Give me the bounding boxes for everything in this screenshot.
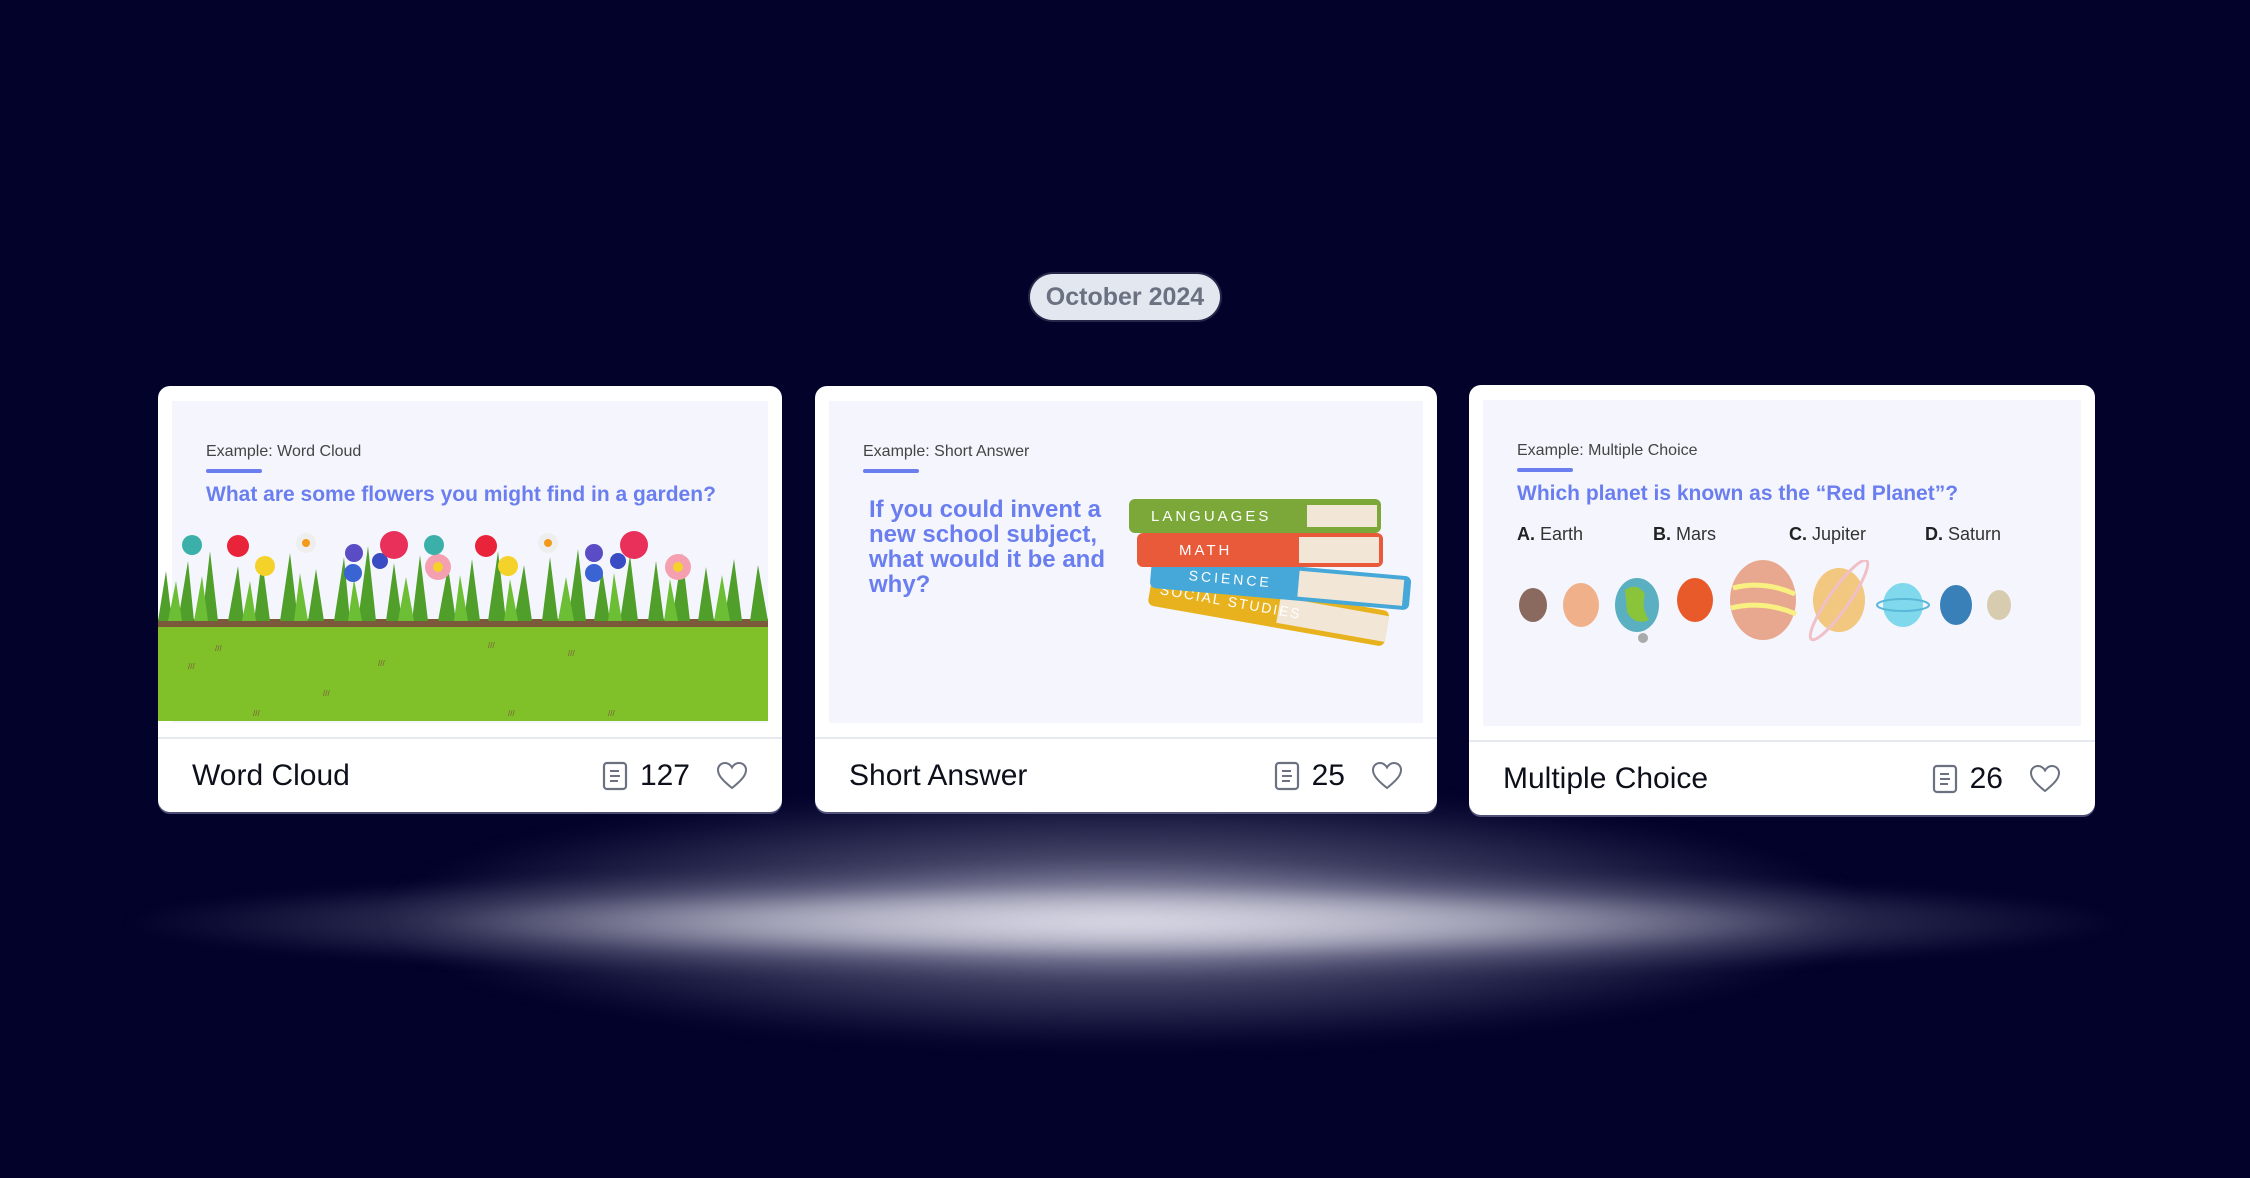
planet-mercury — [1519, 588, 1547, 622]
planet-mars — [1677, 578, 1713, 622]
option-c: C. Jupiter — [1789, 524, 1867, 544]
preview-question: What are some flowers you might find in … — [206, 483, 716, 506]
svg-text:///: /// — [253, 709, 260, 718]
svg-text:///: /// — [378, 659, 385, 668]
planet-venus — [1563, 583, 1599, 627]
response-count: 26 — [1969, 761, 2003, 795]
svg-text:///: /// — [508, 709, 515, 718]
option-a: A. Earth — [1517, 524, 1584, 544]
book-label-math: MATH — [1179, 542, 1232, 559]
answer-options: A. Earth B. Mars C. Jupiter D. Saturn — [1517, 524, 2061, 545]
card-title: Short Answer — [849, 758, 1028, 792]
planet-jupiter — [1730, 560, 1796, 640]
book-stack-illustration: SOCIAL STUDIES SCIENCE MATH LANGUAGES — [1129, 499, 1412, 646]
svg-text:///: /// — [608, 709, 615, 718]
heart-outline-icon[interactable] — [2029, 764, 2061, 794]
spotlight-glow-core — [120, 810, 2130, 1060]
preview-underline — [863, 469, 919, 473]
response-count: 127 — [639, 758, 690, 792]
svg-text:///: /// — [568, 649, 575, 658]
planet-pluto — [1987, 590, 2011, 620]
card-footer: Multiple Choice 26 — [1469, 740, 2095, 815]
document-lines-icon — [602, 761, 628, 790]
planet-neptune — [1940, 585, 1972, 625]
preview-label: Example: Multiple Choice — [1517, 442, 1698, 459]
preview-label: Example: Short Answer — [863, 443, 1030, 460]
solar-system-illustration — [1519, 560, 2011, 643]
card-preview[interactable]: Example: Word Cloud What are some flower… — [158, 401, 768, 723]
card-preview[interactable]: Example: Short Answer If you could inven… — [829, 401, 1423, 723]
planet-saturn — [1813, 568, 1865, 632]
planet-uranus — [1883, 583, 1923, 627]
option-d: D. Saturn — [1925, 524, 2002, 544]
preview-underline — [1517, 468, 1573, 472]
svg-text:///: /// — [215, 644, 222, 653]
preview-question: If you could invent a new school subject… — [869, 496, 1105, 598]
card-footer: Word Cloud 127 — [158, 737, 782, 812]
card-title: Word Cloud — [192, 758, 350, 792]
preview-underline — [206, 469, 262, 473]
document-lines-icon — [1932, 764, 1957, 793]
date-badge: October 2024 — [1030, 274, 1220, 320]
svg-text:///: /// — [488, 641, 495, 650]
template-card-multiple-choice[interactable]: Example: Multiple Choice Which planet is… — [1469, 385, 2095, 815]
template-card-word-cloud[interactable]: Example: Word Cloud What are some flower… — [158, 386, 782, 812]
card-preview[interactable]: Example: Multiple Choice Which planet is… — [1483, 400, 2081, 726]
document-lines-icon — [1274, 761, 1299, 790]
preview-label: Example: Word Cloud — [206, 443, 362, 460]
card-title: Multiple Choice — [1503, 761, 1709, 795]
flower-garden-illustration: ///////// ///////// ///////// /// — [158, 531, 768, 721]
template-card-short-answer[interactable]: Example: Short Answer If you could inven… — [815, 386, 1437, 812]
response-count: 25 — [1311, 758, 1345, 792]
option-b: B. Mars — [1653, 524, 1717, 544]
heart-outline-icon[interactable] — [716, 761, 748, 791]
heart-outline-icon[interactable] — [1371, 761, 1403, 791]
card-footer: Short Answer 25 — [815, 737, 1437, 812]
svg-text:///: /// — [188, 662, 195, 671]
preview-question: Which planet is known as the “Red Planet… — [1517, 482, 1959, 505]
svg-text:///: /// — [323, 689, 330, 698]
book-label-languages: LANGUAGES — [1151, 508, 1271, 525]
